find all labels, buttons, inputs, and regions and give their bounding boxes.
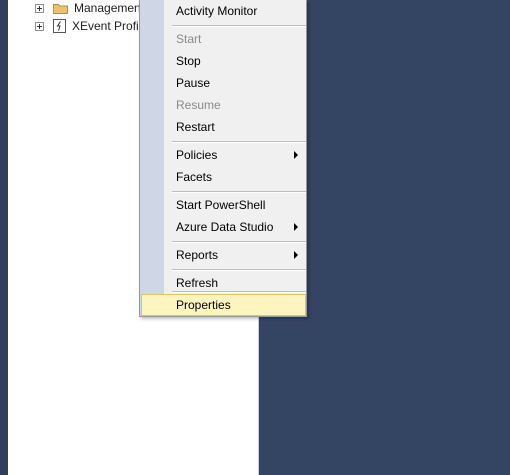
menu-item-azure-data-studio[interactable]: Azure Data Studio [141,216,306,238]
menu-item-label: Policies [176,148,218,162]
tree-item-xevent-profiler[interactable]: XEvent Profil [35,17,141,35]
menu-separator [172,191,306,193]
tree-item-management[interactable]: Management [35,0,144,17]
context-menu: Activity Monitor Start Stop Pause Resume… [139,0,307,317]
submenu-arrow-icon [294,223,298,231]
submenu-arrow-icon [294,251,298,259]
tree-item-label: XEvent Profil [72,19,142,33]
menu-separator [172,25,306,27]
menu-separator [172,141,306,143]
menu-item-stop[interactable]: Stop [141,50,306,72]
menu-item-label: Facets [176,170,213,184]
menu-item-policies[interactable]: Policies [141,144,306,166]
expand-icon[interactable] [35,3,44,13]
menu-item-label: Start PowerShell [176,198,266,212]
xevent-profiler-icon [53,19,66,33]
menu-item-label: Resume [176,98,221,112]
menu-item-label: Azure Data Studio [176,220,274,234]
menu-item-start-powershell[interactable]: Start PowerShell [141,194,306,216]
tree-item-label: Management [74,1,145,15]
menu-item-activity-monitor[interactable]: Activity Monitor [141,0,306,22]
menu-item-properties[interactable]: Properties [141,294,306,316]
submenu-arrow-icon [294,151,298,159]
expand-icon[interactable] [35,21,44,31]
menu-separator [172,241,306,243]
menu-item-label: Pause [176,76,211,90]
menu-item-start: Start [141,28,306,50]
menu-item-label: Properties [176,298,231,312]
menu-item-restart[interactable]: Restart [141,116,306,138]
menu-item-pause[interactable]: Pause [141,72,306,94]
menu-item-label: Refresh [176,276,219,290]
menu-item-label: Reports [176,248,219,262]
menu-item-label: Restart [176,120,215,134]
menu-item-label: Start [176,32,202,46]
menu-separator [172,269,306,271]
menu-separator [172,291,306,293]
menu-item-label: Activity Monitor [176,4,258,18]
menu-item-facets[interactable]: Facets [141,166,306,188]
folder-icon [53,3,68,14]
menu-item-resume: Resume [141,94,306,116]
window-left-edge [0,0,8,475]
menu-item-label: Stop [176,54,201,68]
menu-item-reports[interactable]: Reports [141,244,306,266]
